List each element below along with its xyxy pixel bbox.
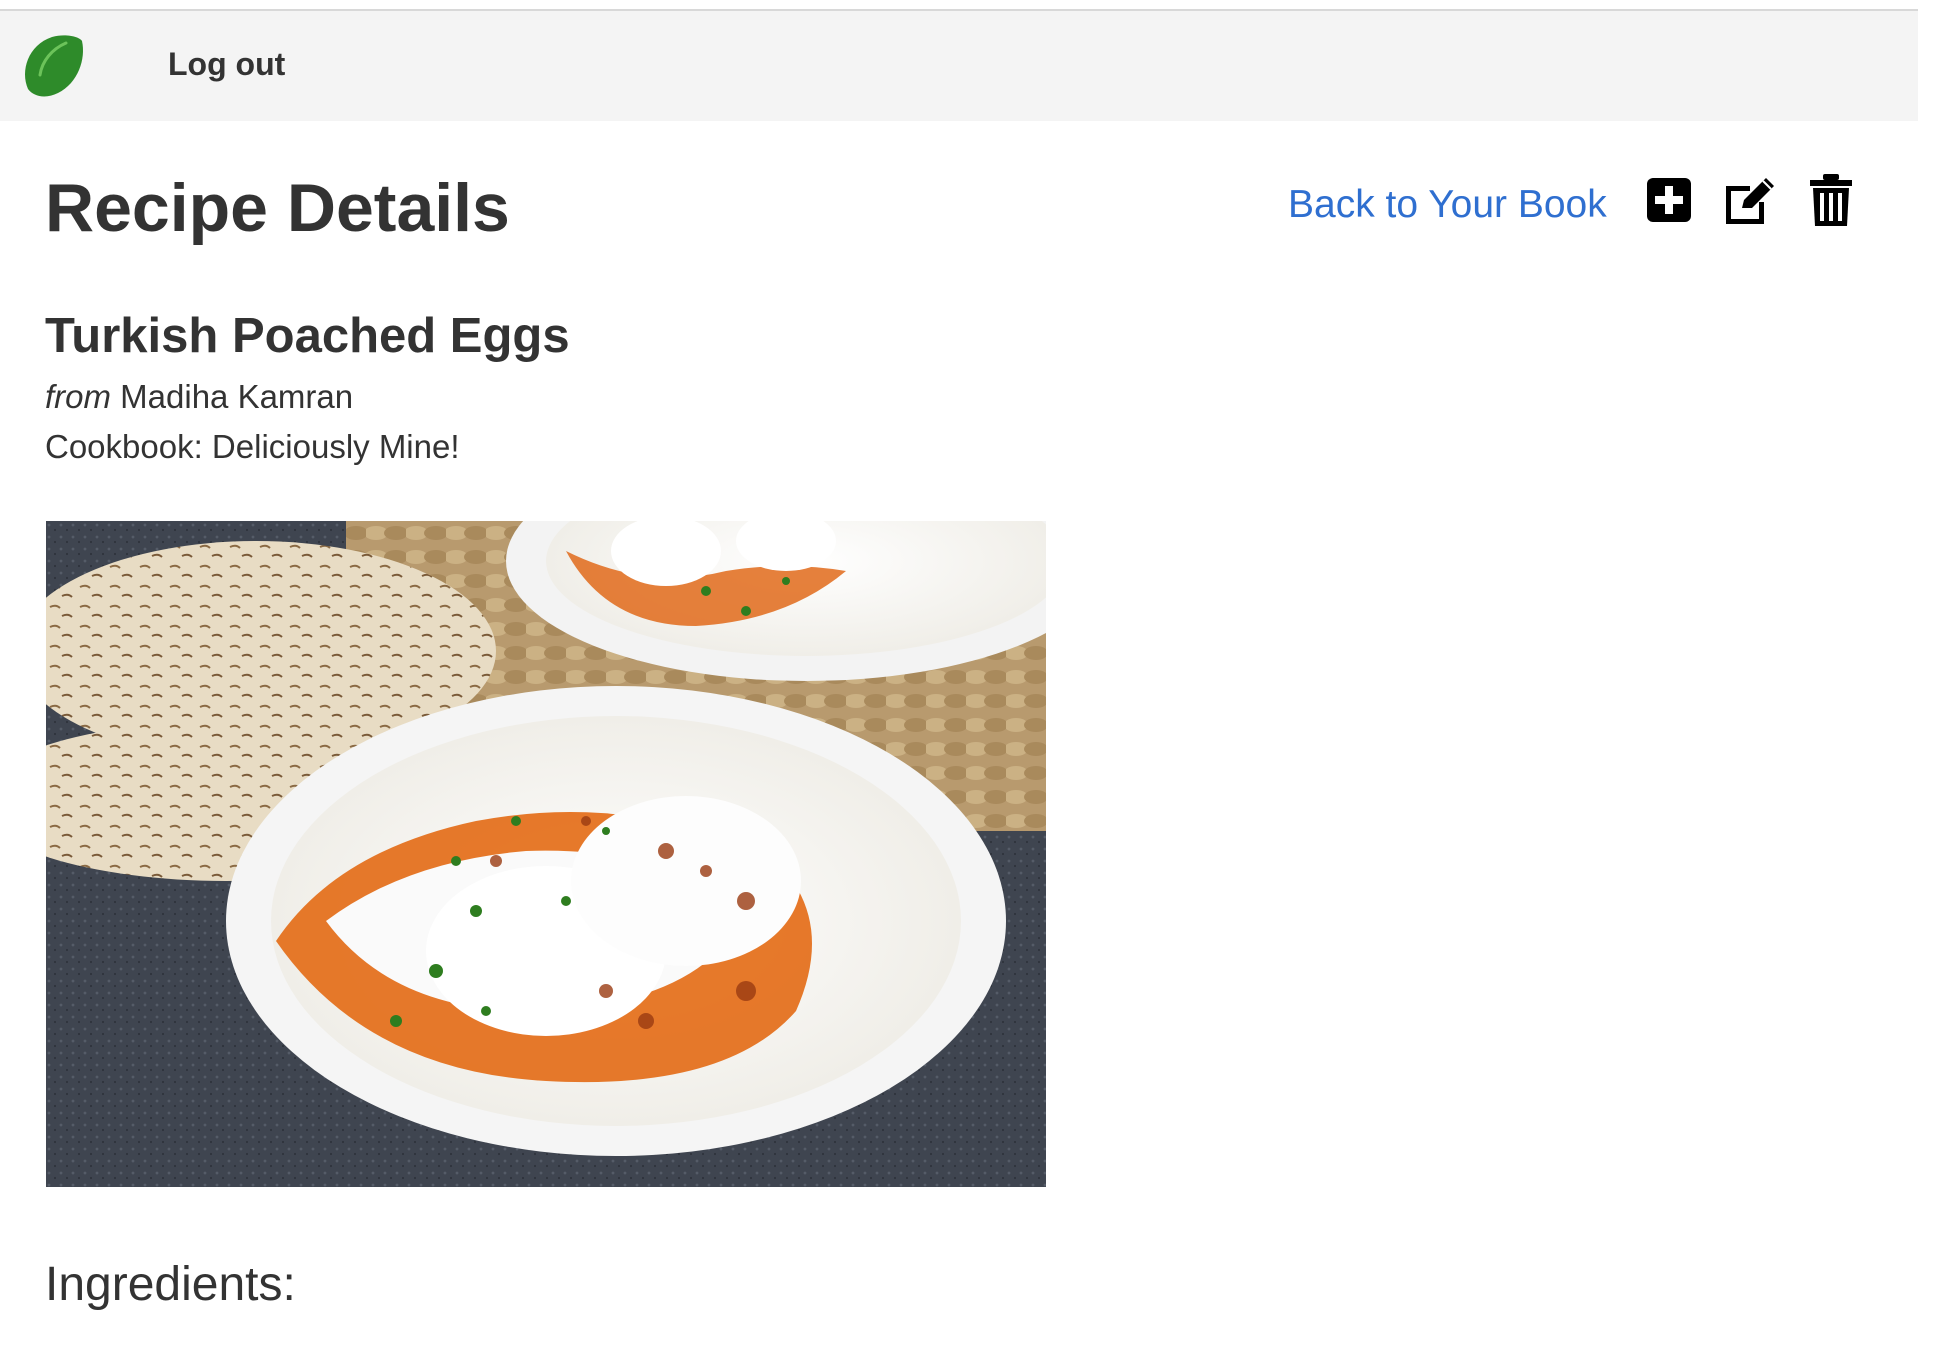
delete-button[interactable] xyxy=(1808,172,1854,228)
ingredients-heading: Ingredients: xyxy=(45,1258,296,1311)
edit-button[interactable] xyxy=(1720,172,1778,228)
edit-icon xyxy=(1726,178,1774,224)
cookbook-name: Cookbook: Deliciously Mine! xyxy=(45,428,460,465)
lime-leaf-icon[interactable] xyxy=(18,31,88,101)
trash-icon xyxy=(1810,174,1852,226)
recipe-author: from Madiha Kamran xyxy=(45,376,353,418)
add-button[interactable] xyxy=(1645,172,1697,228)
logout-button[interactable]: Log out xyxy=(168,46,285,83)
navbar: Log out xyxy=(0,11,1918,121)
top-border xyxy=(0,0,1918,11)
from-label: from xyxy=(45,378,111,415)
recipe-title: Turkish Poached Eggs xyxy=(45,309,570,363)
author-name: Madiha Kamran xyxy=(120,378,354,415)
recipe-photo xyxy=(46,521,1046,1187)
plus-square-icon xyxy=(1647,178,1691,222)
back-to-book-link[interactable]: Back to Your Book xyxy=(1288,180,1607,230)
page-title: Recipe Details xyxy=(45,170,510,246)
